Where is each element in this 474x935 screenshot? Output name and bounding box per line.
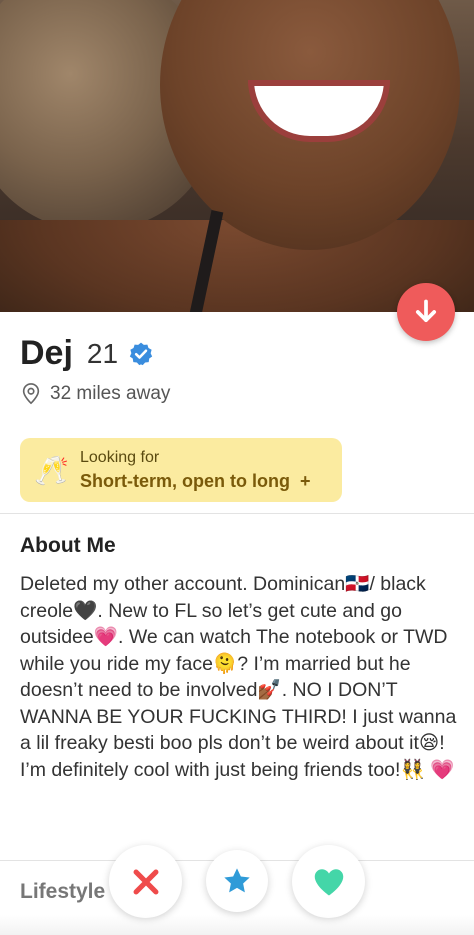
name-age-row: Dej 21: [20, 334, 154, 373]
super-like-button[interactable]: [206, 850, 268, 912]
arrow-down-icon: [415, 299, 437, 323]
profile-photo[interactable]: [0, 0, 474, 312]
lifestyle-heading: Lifestyle: [20, 880, 106, 903]
distance-text: 32 miles away: [50, 383, 171, 404]
about-me-text: Deleted my other account. Dominican🇩🇴/ b…: [20, 573, 462, 781]
looking-for-card[interactable]: 🥂 Looking for Short-term, open to long +: [20, 438, 342, 502]
bottom-fade: [0, 915, 474, 935]
collapse-profile-button[interactable]: [397, 283, 455, 341]
plus-icon: +: [299, 470, 311, 491]
looking-for-label: Looking for: [80, 448, 160, 466]
about-me-heading: About Me: [20, 534, 116, 557]
close-icon: [133, 869, 158, 894]
profile-age: 21: [86, 337, 119, 369]
heart-icon: [314, 868, 343, 895]
distance-row: 32 miles away: [20, 382, 170, 406]
nope-button[interactable]: [109, 845, 182, 918]
champagne-glasses-icon: 🥂: [34, 454, 69, 486]
looking-for-value-text: Short-term, open to long: [80, 470, 290, 491]
star-icon: [224, 868, 250, 893]
looking-for-value: Short-term, open to long +: [80, 471, 311, 492]
profile-name: Dej: [20, 334, 73, 372]
verified-badge-icon: [129, 342, 153, 365]
location-pin-icon: [22, 383, 40, 405]
section-divider: [0, 513, 474, 514]
like-button[interactable]: [292, 845, 365, 918]
